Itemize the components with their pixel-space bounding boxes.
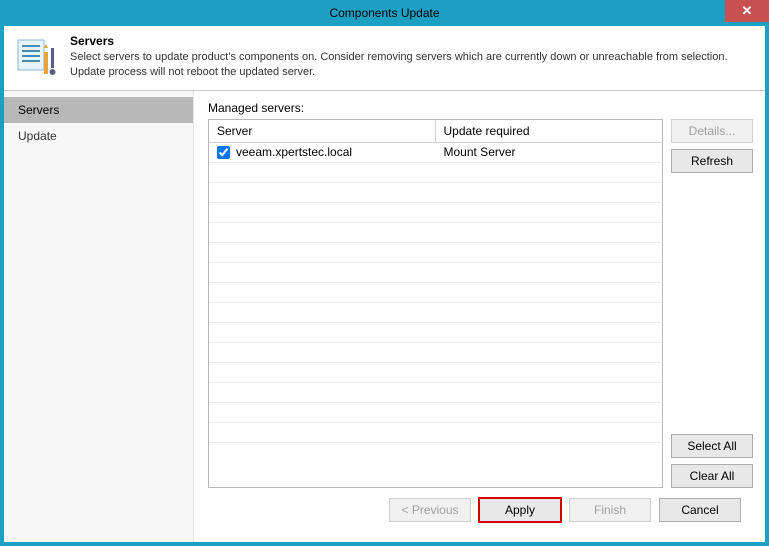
table-row	[209, 283, 662, 303]
column-header-server[interactable]: Server	[209, 120, 436, 142]
cell-update: Mount Server	[436, 143, 663, 161]
apply-button[interactable]: Apply	[479, 498, 561, 522]
table-row	[209, 263, 662, 283]
dialog-window: Components Update ✕ Servers Select serve…	[0, 0, 769, 546]
table-row	[209, 343, 662, 363]
table-row	[209, 163, 662, 183]
header-title: Servers	[70, 34, 753, 48]
header-panel: Servers Select servers to update product…	[4, 26, 765, 91]
cancel-button[interactable]: Cancel	[659, 498, 741, 522]
refresh-button[interactable]: Refresh	[671, 149, 753, 173]
footer-buttons: < Previous Apply Finish Cancel	[208, 488, 753, 532]
table-row	[209, 223, 662, 243]
table-row	[209, 403, 662, 423]
servers-table: Server Update required veeam.xpertstec.l…	[208, 119, 663, 488]
table-row	[209, 183, 662, 203]
table-row	[209, 323, 662, 343]
column-header-update[interactable]: Update required	[436, 120, 663, 142]
close-button[interactable]: ✕	[725, 0, 769, 22]
table-header: Server Update required	[209, 120, 662, 143]
close-icon: ✕	[742, 3, 753, 19]
details-button[interactable]: Details...	[671, 119, 753, 143]
header-text: Servers Select servers to update product…	[70, 34, 753, 80]
server-name: veeam.xpertstec.local	[236, 145, 352, 159]
body-area: Servers Update Managed servers: Server U…	[4, 91, 765, 542]
sidebar-item-label: Update	[18, 129, 57, 143]
titlebar: Components Update ✕	[0, 0, 769, 26]
sidebar-item-label: Servers	[18, 103, 59, 117]
header-description: Select servers to update product's compo…	[70, 50, 753, 80]
window-title: Components Update	[329, 6, 439, 20]
table-row	[209, 383, 662, 403]
spacer	[671, 179, 753, 428]
table-row[interactable]: veeam.xpertstec.local Mount Server	[209, 143, 662, 163]
table-body: veeam.xpertstec.local Mount Server	[209, 143, 662, 443]
table-row	[209, 243, 662, 263]
cell-server: veeam.xpertstec.local	[209, 143, 436, 161]
table-row	[209, 303, 662, 323]
managed-servers-label: Managed servers:	[208, 101, 753, 115]
sidebar-item-update[interactable]: Update	[4, 123, 193, 149]
previous-button[interactable]: < Previous	[389, 498, 471, 522]
sidebar: Servers Update	[4, 91, 194, 542]
servers-icon	[16, 34, 60, 78]
select-all-button[interactable]: Select All	[671, 434, 753, 458]
main-row: Server Update required veeam.xpertstec.l…	[208, 119, 753, 488]
table-row	[209, 203, 662, 223]
table-row	[209, 363, 662, 383]
table-row	[209, 423, 662, 443]
finish-button[interactable]: Finish	[569, 498, 651, 522]
row-checkbox[interactable]	[217, 146, 230, 159]
side-button-column: Details... Refresh Select All Clear All	[671, 119, 753, 488]
sidebar-item-servers[interactable]: Servers	[4, 97, 193, 123]
main-panel: Managed servers: Server Update required …	[194, 91, 765, 542]
clear-all-button[interactable]: Clear All	[671, 464, 753, 488]
